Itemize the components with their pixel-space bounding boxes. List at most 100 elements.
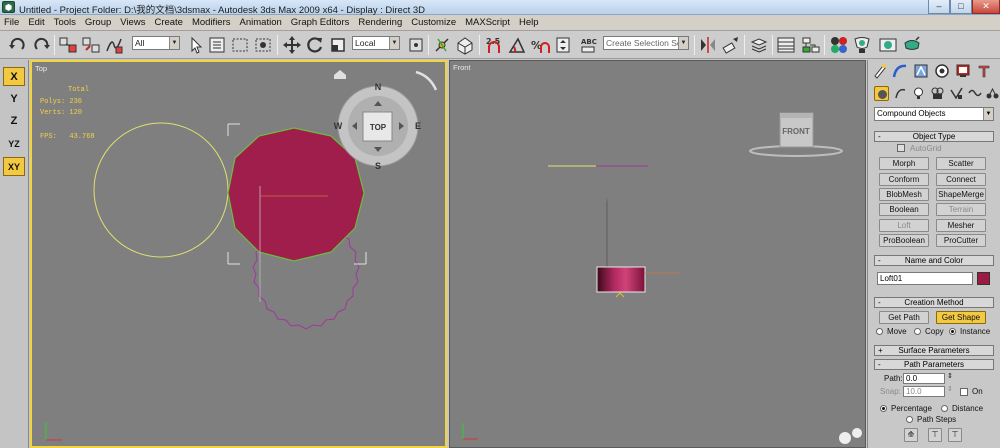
top-viewport-scene[interactable]: TOP N S W E — [32, 62, 445, 446]
percentage-radio[interactable] — [880, 405, 887, 412]
close-button[interactable]: ✕ — [972, 0, 1000, 14]
snap-toggle-icon[interactable]: 2.5 — [484, 35, 504, 55]
boolean-button[interactable]: Boolean — [879, 203, 929, 216]
blobmesh-button[interactable]: BlobMesh — [879, 188, 929, 201]
menu-views[interactable]: Views — [120, 17, 145, 28]
maximize-button[interactable]: □ — [950, 0, 972, 14]
systems-icon[interactable] — [985, 86, 1000, 101]
menu-group[interactable]: Group — [85, 17, 111, 28]
rectangle-selection-icon[interactable] — [230, 35, 250, 55]
category-select[interactable]: Compound Objects ▼ — [874, 107, 994, 121]
procutter-button[interactable]: ProCutter — [936, 234, 986, 247]
loft-object[interactable] — [227, 127, 365, 262]
next-shape-icon[interactable]: ⊤ — [948, 428, 962, 442]
pivot-center-icon[interactable] — [406, 35, 426, 55]
axis-x-button[interactable]: X — [3, 67, 25, 86]
spinner-snap-icon[interactable] — [553, 35, 573, 55]
loft-button[interactable]: Loft — [879, 219, 929, 232]
path-parameters-rollout[interactable]: - Path Parameters — [874, 359, 994, 370]
space-warps-icon[interactable] — [967, 86, 982, 101]
menu-modifiers[interactable]: Modifiers — [192, 17, 231, 28]
rotate-view-icon[interactable] — [415, 70, 438, 91]
app-icon[interactable]: ⬢ — [2, 1, 15, 13]
axis-y-button[interactable]: Y — [3, 90, 25, 109]
get-path-button[interactable]: Get Path — [879, 311, 929, 324]
front-viewport-scene[interactable]: FRONT — [450, 61, 865, 447]
mirror-icon[interactable] — [698, 35, 718, 55]
distance-radio[interactable] — [941, 405, 948, 412]
menu-animation[interactable]: Animation — [240, 17, 282, 28]
proboolean-button[interactable]: ProBoolean — [879, 234, 929, 247]
menu-file[interactable]: File — [4, 17, 19, 28]
percent-snap-icon[interactable]: % — [530, 35, 550, 55]
menu-create[interactable]: Create — [154, 17, 183, 28]
minimize-button[interactable]: – — [928, 0, 950, 14]
menu-customize[interactable]: Customize — [411, 17, 456, 28]
cameras-icon[interactable] — [930, 86, 945, 101]
path-input[interactable]: 0.0 — [903, 373, 945, 384]
edit-named-sel-icon[interactable]: ABC — [578, 35, 598, 55]
conform-button[interactable]: Conform — [879, 173, 929, 186]
menu-rendering[interactable]: Rendering — [358, 17, 402, 28]
viewcube-label[interactable]: FRONT — [782, 127, 810, 136]
schematic-view-icon[interactable] — [801, 35, 821, 55]
move-radio[interactable] — [876, 328, 883, 335]
scale-icon[interactable] — [328, 35, 348, 55]
keyboard-shortcut-icon[interactable] — [455, 35, 475, 55]
reference-coord-select[interactable]: Local ▼ — [352, 36, 400, 50]
menu-tools[interactable]: Tools — [54, 17, 76, 28]
align-icon[interactable] — [721, 35, 741, 55]
menu-help[interactable]: Help — [519, 17, 539, 28]
snap-input[interactable]: 10.0 — [903, 386, 945, 397]
axis-xy-button[interactable]: XY — [3, 157, 25, 176]
hierarchy-icon[interactable] — [913, 63, 929, 79]
object-color-swatch[interactable] — [977, 272, 990, 285]
curve-editor-icon[interactable] — [776, 35, 796, 55]
undo-icon[interactable] — [8, 35, 28, 55]
front-viewport[interactable]: Front FRONT — [449, 60, 866, 448]
select-link-icon[interactable] — [58, 35, 78, 55]
morph-button[interactable]: Morph — [879, 157, 929, 170]
spinner-icon[interactable]: ⇕ — [947, 372, 953, 380]
creation-method-rollout[interactable]: - Creation Method — [874, 297, 994, 308]
render-setup-icon[interactable] — [852, 35, 872, 55]
menu-edit[interactable]: Edit — [28, 17, 44, 28]
redo-icon[interactable] — [31, 35, 51, 55]
create-icon[interactable] — [872, 63, 888, 79]
viewcube-label[interactable]: TOP — [370, 123, 387, 132]
angle-snap-icon[interactable] — [507, 35, 527, 55]
autogrid-checkbox[interactable] — [897, 144, 905, 152]
loft-object[interactable] — [596, 266, 646, 293]
modify-icon[interactable] — [892, 63, 908, 79]
home-icon[interactable] — [334, 70, 346, 79]
select-by-name-icon[interactable] — [207, 35, 227, 55]
selection-filter-select[interactable]: All ▼ — [132, 36, 180, 50]
connect-button[interactable]: Connect — [936, 173, 986, 186]
axis-z-button[interactable]: Z — [3, 112, 25, 131]
bind-space-warp-icon[interactable] — [104, 35, 124, 55]
material-editor-icon[interactable] — [829, 35, 849, 55]
object-type-rollout[interactable]: - Object Type — [874, 131, 994, 142]
instance-radio[interactable] — [949, 328, 956, 335]
copy-radio[interactable] — [914, 328, 921, 335]
pick-shape-icon[interactable]: ⟰ — [904, 428, 918, 442]
snap-on-checkbox[interactable] — [960, 388, 968, 396]
motion-icon[interactable] — [934, 63, 950, 79]
geometry-icon[interactable] — [874, 86, 889, 101]
axis-yz-button[interactable]: YZ — [3, 135, 25, 154]
surface-parameters-rollout[interactable]: + Surface Parameters — [874, 345, 994, 356]
object-name-input[interactable]: Loft01 — [877, 272, 973, 285]
mesher-button[interactable]: Mesher — [936, 219, 986, 232]
menu-maxscript[interactable]: MAXScript — [465, 17, 510, 28]
unlink-icon[interactable] — [81, 35, 101, 55]
previous-shape-icon[interactable]: ⊤ — [928, 428, 942, 442]
menu-graph-editors[interactable]: Graph Editors — [291, 17, 350, 28]
layer-manager-icon[interactable] — [749, 35, 769, 55]
move-icon[interactable] — [282, 35, 302, 55]
lights-icon[interactable] — [911, 86, 926, 101]
get-shape-button[interactable]: Get Shape — [936, 311, 986, 324]
helpers-icon[interactable] — [949, 86, 964, 101]
select-object-icon[interactable] — [186, 35, 206, 55]
window-crossing-icon[interactable] — [253, 35, 273, 55]
shapes-icon[interactable] — [893, 86, 908, 101]
